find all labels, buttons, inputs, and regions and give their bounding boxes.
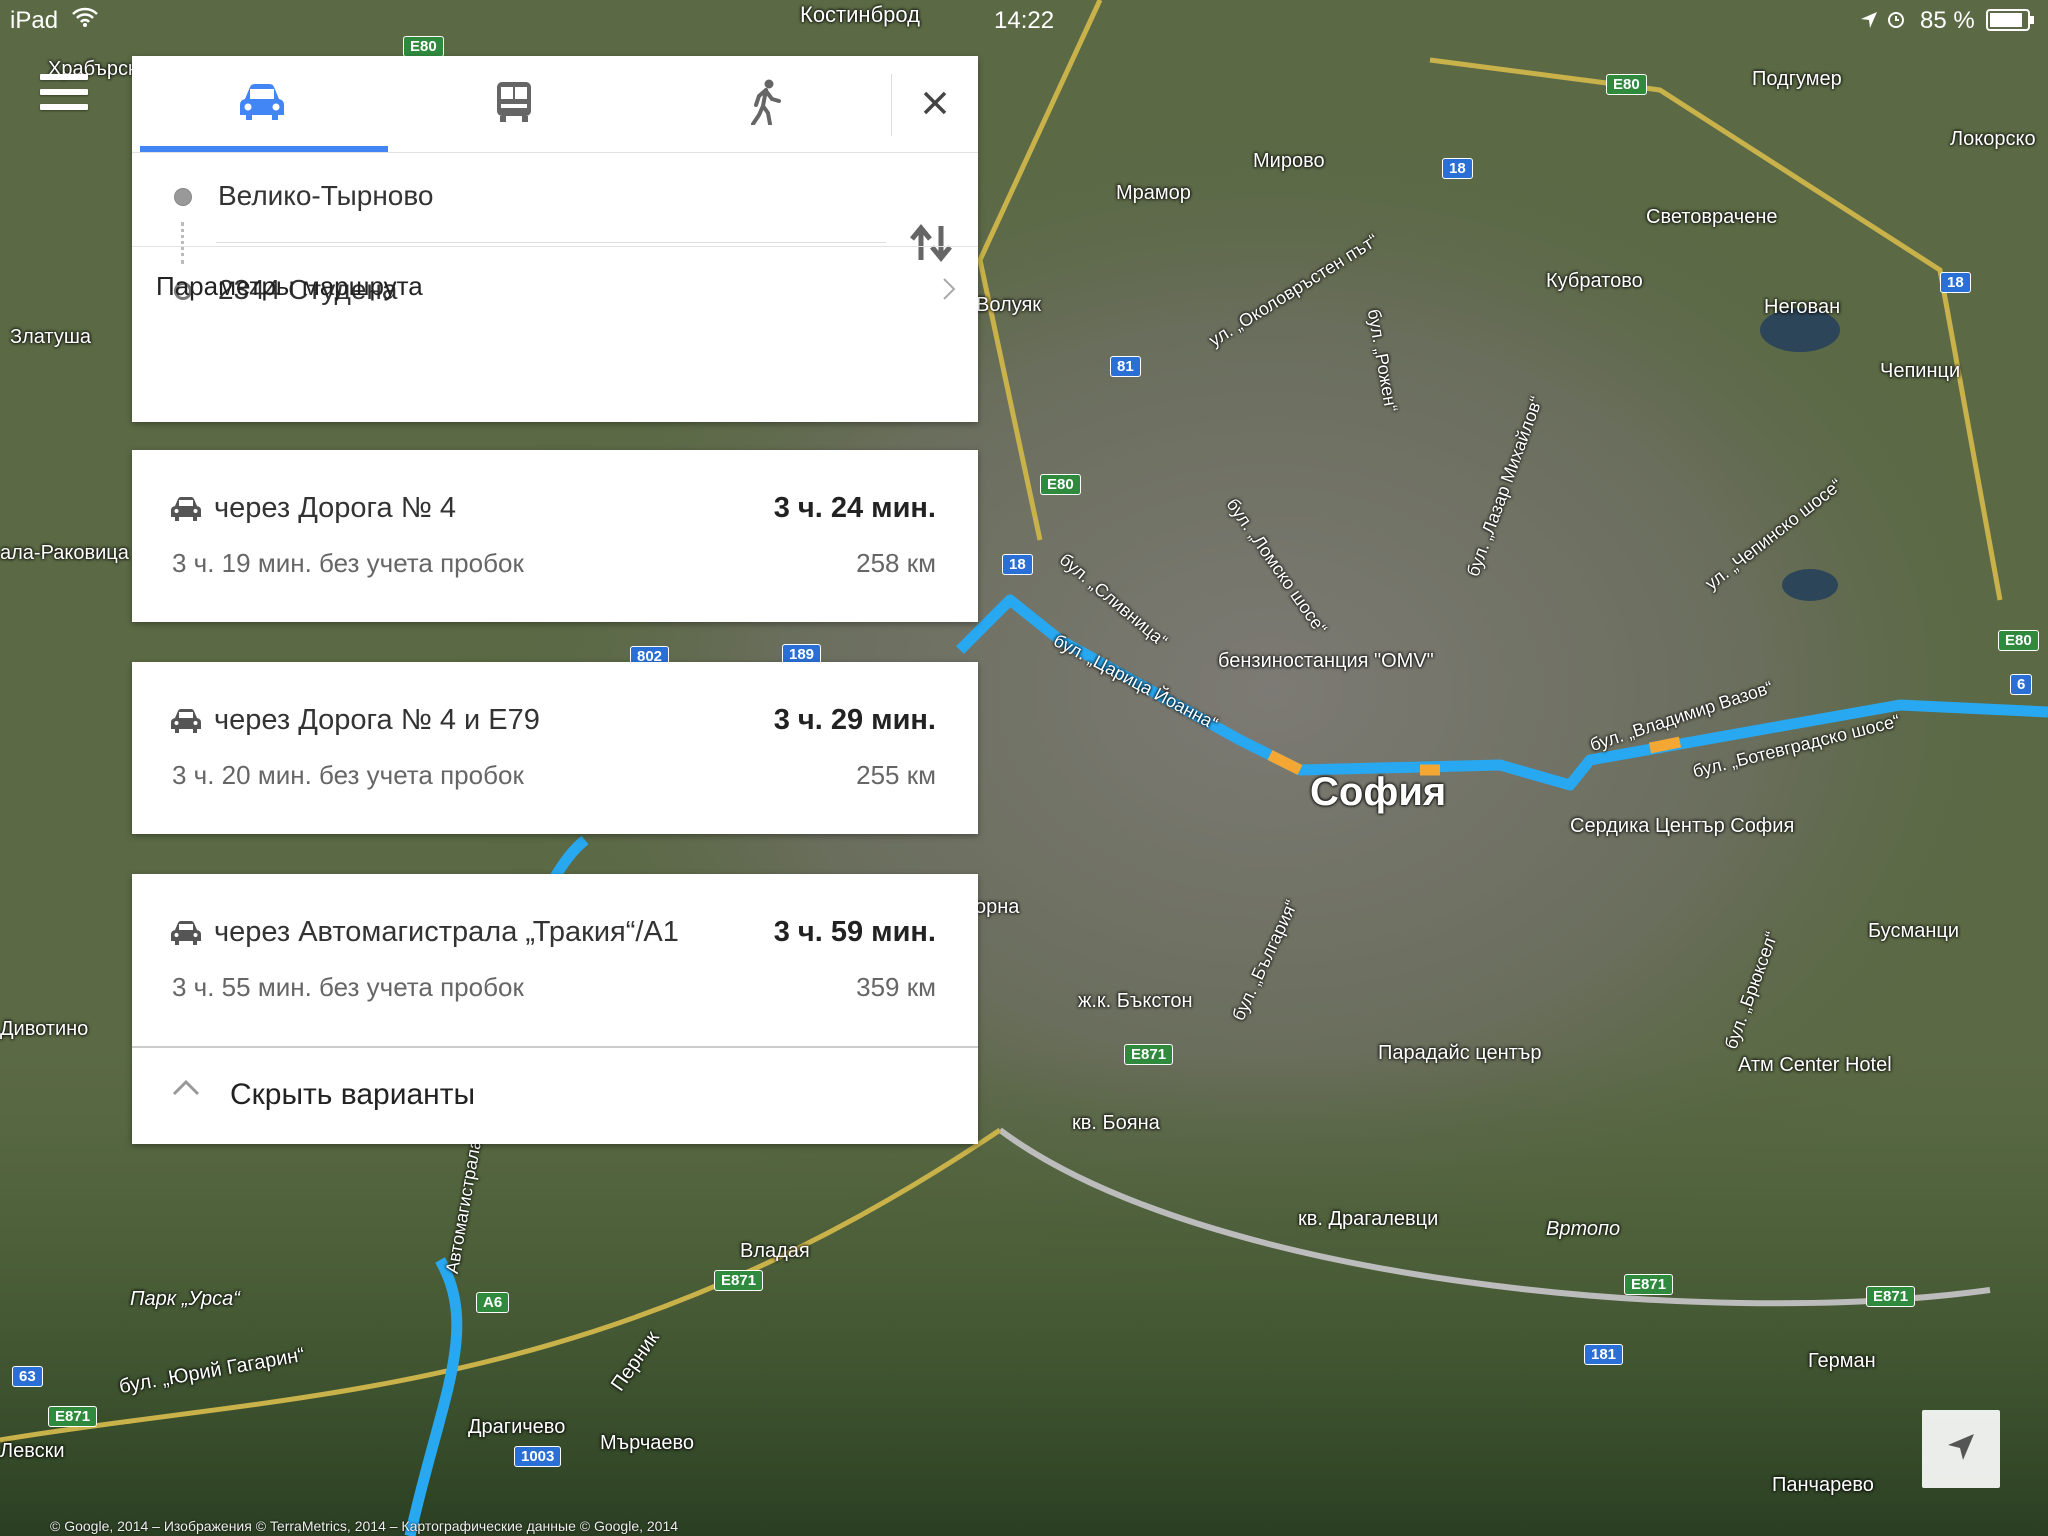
route-duration-no-traffic: 3 ч. 55 мин. без учета пробок [172, 972, 524, 1002]
route-distance: 258 км [856, 548, 936, 578]
poi-label[interactable]: Парадайс център [1378, 1042, 1541, 1065]
close-button[interactable] [891, 74, 978, 136]
road-shield: E871 [1866, 1286, 1916, 1307]
tab-transit[interactable] [388, 56, 640, 152]
road-shield: E871 [714, 1270, 764, 1291]
route-duration: 3 ч. 24 мин. [773, 492, 936, 524]
chevron-up-icon [172, 1078, 200, 1101]
road-shield: E871 [48, 1406, 98, 1427]
route-via: через Автомагистрала „Тракия“/A1 [214, 916, 679, 948]
chevron-right-icon [942, 277, 956, 306]
location-arrow-icon [1946, 1432, 1976, 1467]
place-label: ж.к. Бъкстон [1078, 990, 1193, 1012]
place-label: Вртопо [1546, 1218, 1621, 1240]
route-duration-no-traffic: 3 ч. 19 мин. без учета пробок [172, 548, 524, 578]
city-label: София [1310, 770, 1447, 814]
poi-label[interactable]: Сердика Център София [1570, 815, 1794, 838]
place-label: Панчарево [1772, 1474, 1874, 1496]
tab-walk[interactable] [640, 56, 892, 152]
tab-car[interactable] [136, 56, 388, 152]
origin-field[interactable]: Велико-Тырново [218, 180, 434, 212]
road-shield: E80 [1040, 474, 1081, 495]
travel-mode-tabs [132, 56, 978, 153]
route-options-label: Параметры маршрута [156, 271, 423, 301]
place-label: кв. Бояна [1072, 1112, 1160, 1134]
place-label: Локорско [1950, 128, 2036, 150]
map-copyright: © Google, 2014 – Изображения © TerraMetr… [50, 1518, 679, 1534]
place-label: Негован [1764, 296, 1841, 318]
place-label: ала-Раковица [0, 542, 129, 564]
place-label: Дивотино [0, 1018, 89, 1040]
road-shield: E871 [1624, 1274, 1674, 1295]
my-location-button[interactable] [1922, 1410, 2000, 1488]
place-label: Владая [740, 1240, 810, 1262]
route-option[interactable]: через Дорога № 4 и E79 3 ч. 29 мин. 3 ч.… [132, 662, 978, 834]
place-label: Парк „Урса“ [130, 1288, 240, 1310]
route-option[interactable]: через Автомагистрала „Тракия“/A1 3 ч. 59… [132, 874, 978, 1046]
road-shield: 181 [1584, 1344, 1624, 1365]
car-icon [170, 920, 202, 951]
road-shield: 18 [1442, 158, 1473, 179]
place-label: Световрачене [1646, 206, 1778, 228]
place-label: Бусманци [1868, 920, 1960, 942]
car-icon [237, 81, 287, 128]
poi-label[interactable]: бензиностанция "OMV" [1218, 650, 1434, 673]
place-label: орна [975, 896, 1020, 918]
road-shield: E80 [1606, 74, 1647, 95]
field-divider [216, 242, 886, 243]
close-icon [922, 90, 948, 121]
hide-options-label: Скрыть варианты [230, 1078, 476, 1111]
road-shield: 63 [12, 1366, 43, 1387]
road-shield: 81 [1110, 356, 1141, 377]
route-distance: 255 км [856, 760, 936, 790]
alarm-icon [1886, 8, 1906, 36]
route-via: через Дорога № 4 [214, 492, 456, 524]
battery-icon [1986, 9, 2036, 38]
origin-dot-icon [174, 188, 192, 206]
hide-options-button[interactable]: Скрыть варианты [132, 1046, 978, 1146]
road-shield: 18 [1940, 272, 1971, 293]
device-label: iPad [10, 7, 59, 34]
road-shield: E80 [1998, 630, 2039, 651]
place-label: Мърчаево [600, 1432, 695, 1454]
route-option[interactable]: через Дорога № 4 3 ч. 24 мин. 3 ч. 19 ми… [132, 450, 978, 622]
place-label: Чепинци [1880, 360, 1961, 382]
road-shield: 6 [2010, 674, 2033, 695]
place-label: кв. Драгалевци [1298, 1208, 1439, 1230]
place-label: Подгумер [1752, 68, 1842, 90]
place-label: Златуша [10, 326, 91, 348]
road-shield: 18 [1002, 554, 1033, 575]
place-label: Мирово [1253, 150, 1325, 172]
route-duration: 3 ч. 59 мин. [773, 916, 936, 948]
poi-label[interactable]: Атм Center Hotel [1738, 1054, 1892, 1077]
location-arrow-icon [1860, 8, 1878, 36]
car-icon [170, 496, 202, 527]
route-via: через Дорога № 4 и E79 [214, 704, 540, 736]
wifi-icon [72, 6, 98, 34]
route-option-group: через Автомагистрала „Тракия“/A1 3 ч. 59… [132, 874, 978, 1144]
place-label: Кубратово [1546, 270, 1643, 292]
route-distance: 359 км [856, 972, 936, 1002]
route-options-row[interactable]: Параметры маршрута [132, 246, 978, 331]
menu-button[interactable] [40, 74, 88, 118]
bus-icon [494, 80, 534, 129]
battery-percent: 85 % [1920, 7, 1975, 34]
road-shield: E871 [1124, 1044, 1174, 1065]
place-label: Левски [0, 1440, 65, 1462]
clock: 14:22 [994, 7, 1055, 34]
walk-icon [749, 79, 783, 130]
menu-icon [40, 74, 88, 80]
road-shield: 1003 [514, 1446, 562, 1467]
route-duration-no-traffic: 3 ч. 20 мин. без учета пробок [172, 760, 524, 790]
road-shield: A6 [476, 1292, 510, 1313]
directions-panel: Велико-Тырново 2344 Студена Параметры ма… [132, 56, 978, 422]
car-icon [170, 708, 202, 739]
place-label: Драгичево [468, 1416, 566, 1438]
place-label: Волуяк [976, 294, 1042, 316]
place-label: Мрамор [1116, 182, 1191, 204]
route-duration: 3 ч. 29 мин. [773, 704, 936, 736]
status-bar: iPad 14:22 85 % [0, 0, 2048, 40]
place-label: Герман [1808, 1350, 1876, 1372]
